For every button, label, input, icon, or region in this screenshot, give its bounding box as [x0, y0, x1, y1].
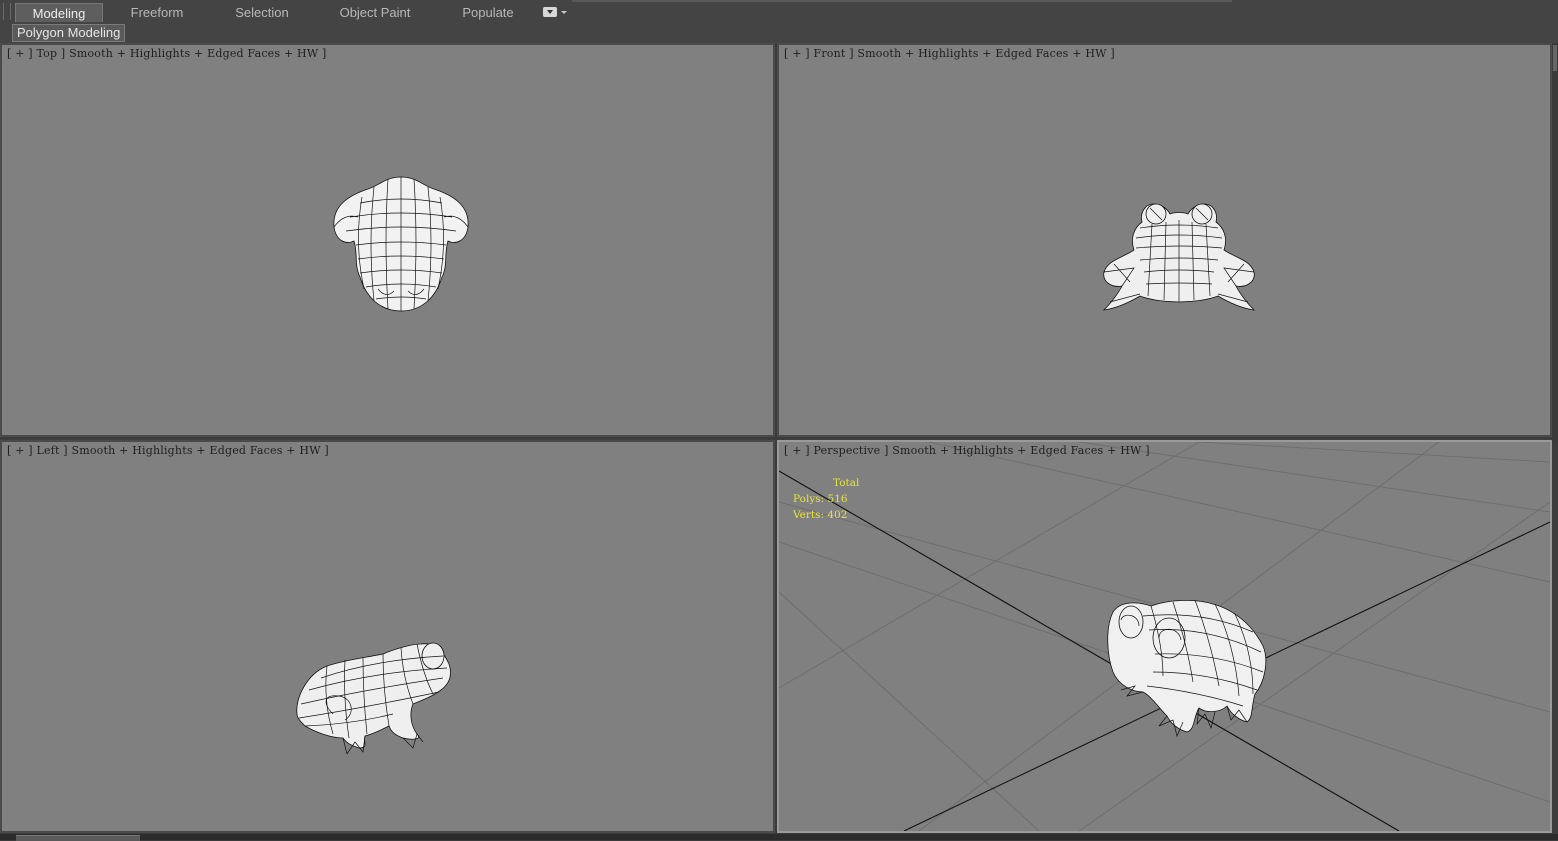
frog-model-perspective[interactable]	[1103, 596, 1269, 740]
scrollbar-thumb[interactable]	[1553, 45, 1557, 71]
viewport-top[interactable]: [ + ] Top ] Smooth + Highlights + Edged …	[0, 43, 775, 437]
tab-populate[interactable]: Populate	[448, 3, 528, 22]
tab-object-paint[interactable]: Object Paint	[330, 3, 420, 22]
viewport-perspective[interactable]: [ + ] Perspective ] Smooth + Highlights …	[777, 440, 1552, 833]
viewport-label-top[interactable]: [ + ] Top ] Smooth + Highlights + Edged …	[7, 47, 327, 60]
chevron-down-icon	[561, 11, 567, 14]
ribbon-divider	[572, 0, 1232, 2]
viewport-left[interactable]: [ + ] Left ] Smooth + Highlights + Edged…	[0, 440, 775, 833]
tab-freeform[interactable]: Freeform	[117, 3, 197, 22]
frog-model-top[interactable]	[328, 173, 474, 315]
stats-verts-row: Verts: 402	[793, 507, 859, 523]
polygon-stats-overlay: Total Polys: 516 Verts: 402	[793, 475, 859, 523]
frog-model-front[interactable]	[1100, 198, 1258, 316]
ribbon-panel-bar: Polygon Modeling	[0, 23, 1558, 43]
frog-model-left[interactable]	[293, 638, 455, 754]
tab-selection[interactable]: Selection	[222, 3, 302, 22]
stats-polys-row: Polys: 516	[793, 491, 859, 507]
viewport-label-front[interactable]: [ + ] Front ] Smooth + Highlights + Edge…	[784, 47, 1115, 60]
viewport-label-perspective[interactable]: [ + ] Perspective ] Smooth + Highlights …	[784, 444, 1150, 457]
stats-polys-value: 516	[827, 493, 848, 505]
stats-header: Total	[833, 477, 860, 489]
time-slider-bar	[0, 834, 1558, 840]
viewport-label-left[interactable]: [ + ] Left ] Smooth + Highlights + Edged…	[7, 444, 329, 457]
time-slider-handle[interactable]	[16, 835, 140, 841]
polygon-modeling-panel-button[interactable]: Polygon Modeling	[12, 24, 126, 42]
ribbon-options-icon	[543, 7, 557, 17]
stats-verts-value: 402	[827, 509, 848, 521]
viewport-front[interactable]: [ + ] Front ] Smooth + Highlights + Edge…	[777, 43, 1552, 437]
viewport-scrollbar[interactable]	[1552, 43, 1558, 443]
ribbon-options-dropdown[interactable]	[543, 6, 569, 19]
tab-modeling[interactable]: Modeling	[15, 3, 103, 22]
stats-verts-label: Verts:	[793, 509, 824, 521]
ribbon-grip-handle[interactable]	[3, 3, 11, 20]
ribbon-tab-bar: Modeling Freeform Selection Object Paint…	[0, 0, 1558, 24]
stats-polys-label: Polys:	[793, 493, 825, 505]
